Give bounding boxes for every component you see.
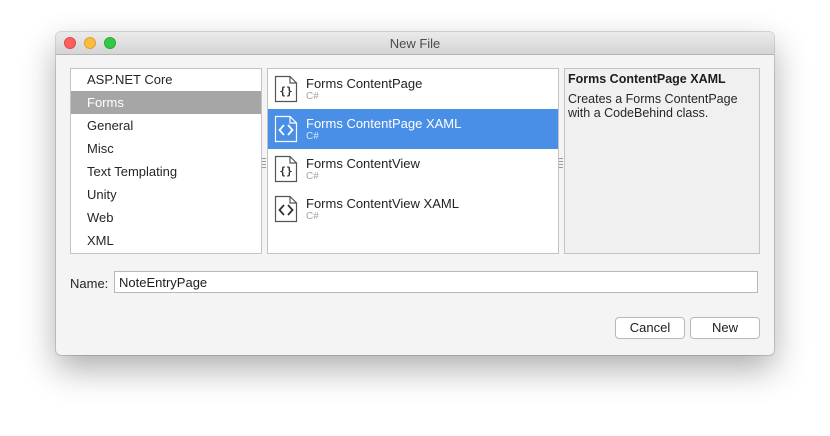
cancel-button[interactable]: Cancel	[615, 317, 685, 339]
description-panel: Forms ContentPage XAML Creates a Forms C…	[564, 68, 760, 254]
template-name: Forms ContentView XAML	[306, 196, 459, 211]
template-splitter-handle[interactable]	[559, 158, 563, 168]
category-item[interactable]: XML	[71, 229, 261, 252]
template-language: C#	[306, 131, 319, 142]
template-item-forms-contentpage-xaml[interactable]: Forms ContentPage XAML C#	[268, 109, 558, 149]
window-title: New File	[389, 36, 441, 51]
template-item-forms-contentview-xaml[interactable]: Forms ContentView XAML C#	[268, 189, 558, 229]
new-file-dialog: New File ASP.NET Core Forms General Misc…	[56, 32, 774, 355]
template-item-forms-contentview[interactable]: {} Forms ContentView C#	[268, 149, 558, 189]
template-name: Forms ContentView	[306, 156, 420, 171]
curly-braces-file-icon: {}	[274, 75, 298, 103]
category-splitter-handle[interactable]	[262, 158, 266, 168]
curly-braces-file-icon: {}	[274, 155, 298, 183]
template-language: C#	[306, 91, 319, 102]
template-list: {} Forms ContentPage C# Forms ContentPag…	[267, 68, 559, 254]
svg-text:{}: {}	[279, 165, 292, 178]
category-item[interactable]: Text Templating	[71, 160, 261, 183]
category-item[interactable]: Web	[71, 206, 261, 229]
category-item[interactable]: Unity	[71, 183, 261, 206]
category-list: ASP.NET Core Forms General Misc Text Tem…	[70, 68, 262, 254]
svg-text:{}: {}	[279, 85, 292, 98]
description-title: Forms ContentPage XAML	[568, 72, 726, 86]
category-item[interactable]: Misc	[71, 137, 261, 160]
template-item-forms-contentpage[interactable]: {} Forms ContentPage C#	[268, 69, 558, 109]
description-text: Creates a Forms ContentPage with a CodeB…	[568, 92, 738, 120]
template-name: Forms ContentPage XAML	[306, 116, 462, 131]
category-item[interactable]: General	[71, 114, 261, 137]
template-language: C#	[306, 211, 319, 222]
template-name: Forms ContentPage	[306, 76, 423, 91]
category-item[interactable]: Forms	[71, 91, 261, 114]
title-bar[interactable]: New File	[56, 32, 774, 55]
file-name-input[interactable]	[114, 271, 758, 293]
category-item[interactable]: ASP.NET Core	[71, 69, 261, 91]
template-language: C#	[306, 171, 319, 182]
name-label: Name:	[70, 276, 109, 291]
angle-brackets-file-icon	[274, 115, 298, 143]
new-button[interactable]: New	[690, 317, 760, 339]
angle-brackets-file-icon	[274, 195, 298, 223]
